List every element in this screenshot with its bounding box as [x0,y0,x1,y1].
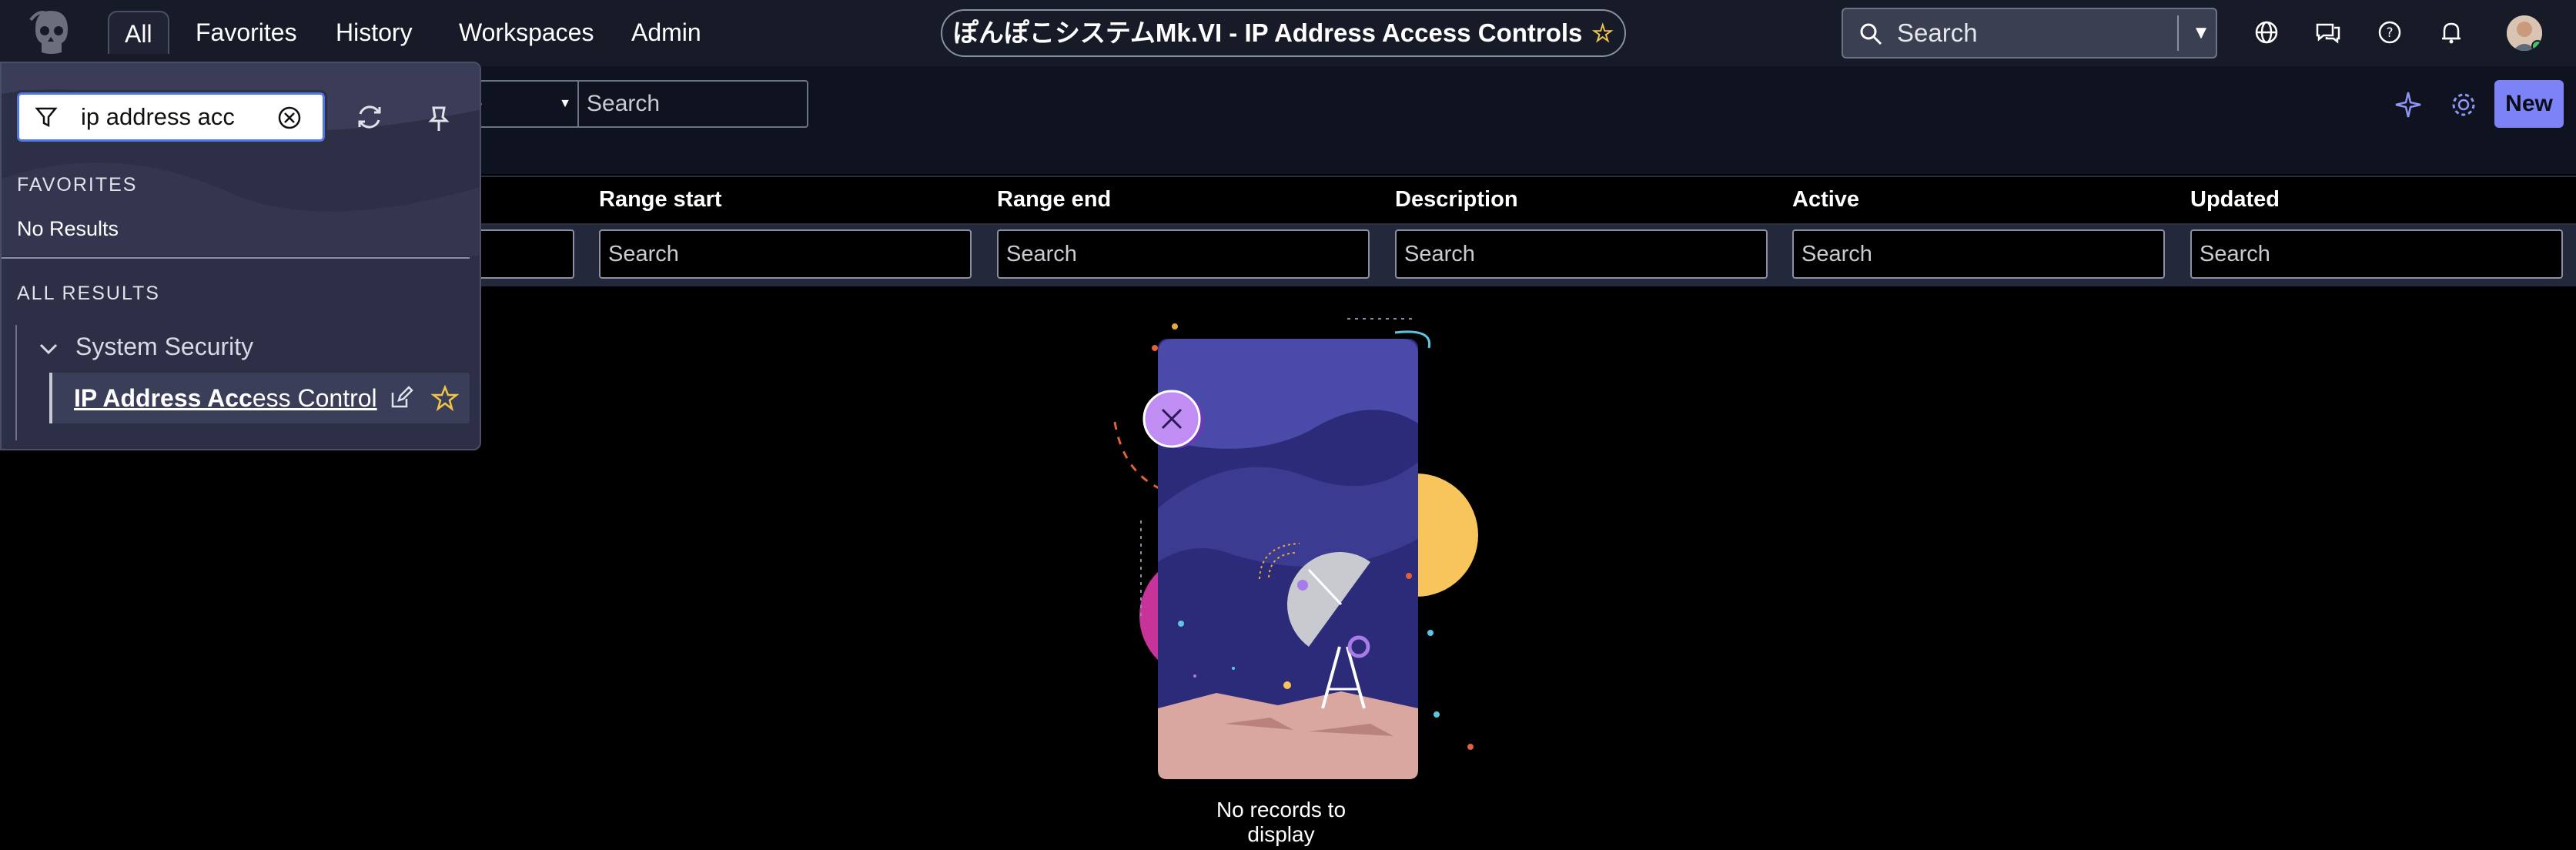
caret-down-icon: ▼ [559,97,571,110]
context-title[interactable]: ぽんぽこシステムMk.VI - IP Address Access Contro… [941,9,1626,57]
tree-indent-line [15,325,17,440]
all-results-heading: ALL RESULTS [17,283,160,304]
column-filter-range-start[interactable]: Search [599,229,972,279]
tab-favorites[interactable]: Favorites [180,11,313,54]
page-title: ぽんぽこシステムMk.VI - IP Address Access Contro… [952,18,1583,47]
help-icon[interactable]: ? [2376,18,2404,46]
navigator-filter-input[interactable]: ip address acc [15,90,327,144]
column-header-range-start[interactable]: Range start [599,176,722,223]
column-filter-active[interactable]: Search [1792,229,2165,279]
group-system-security[interactable]: System Security [75,333,253,361]
edit-icon[interactable] [388,385,414,411]
avatar[interactable] [2507,15,2542,51]
new-button[interactable]: New [2494,80,2564,128]
global-search[interactable]: Search ▼ [1842,8,2217,59]
favorites-heading: FAVORITES [17,174,138,196]
svg-text:?: ? [2386,25,2393,41]
sparkle-icon[interactable] [2393,89,2424,120]
search-icon [1860,23,1882,45]
result-label-rest: ess Control [252,384,377,412]
clear-icon[interactable] [276,105,303,131]
result-label[interactable]: IP Address Access Control [74,373,377,423]
global-search-input[interactable]: Search [1897,9,1978,57]
online-status-badge [2531,40,2542,51]
refresh-icon[interactable] [354,102,385,132]
all-menu-panel: ip address acc FAVORITES No Results ALL … [0,62,481,450]
skull-logo-icon [29,11,68,54]
column-header-updated[interactable]: Updated [2190,176,2280,223]
column-header-range-end[interactable]: Range end [997,176,1111,223]
selection-indicator [49,373,52,423]
column-filter-description[interactable]: Search [1395,229,1768,279]
tab-history[interactable]: History [320,11,428,54]
chat-icon[interactable] [2314,18,2342,46]
result-label-match: IP Address Acc [74,384,253,412]
list-search-input[interactable]: Search [577,80,808,128]
tab-workspaces[interactable]: Workspaces [443,11,609,54]
filter-value: ip address acc [81,103,235,130]
search-divider [2177,15,2179,51]
result-ip-address-access-control[interactable]: IP Address Access Control [49,373,470,423]
section-divider [2,257,470,259]
favorites-empty-text: No Results [17,217,119,240]
column-filter-range-end[interactable]: Search [997,229,1370,279]
favorite-star-icon[interactable]: ☆ [1591,19,1614,47]
globe-icon[interactable] [2253,18,2280,46]
column-header-active[interactable]: Active [1792,176,1859,223]
empty-state-message: No records to display [1216,798,1347,846]
favorite-star-icon[interactable] [431,384,459,412]
empty-state-illustration [1113,318,1478,779]
column-header-description[interactable]: Description [1395,176,1518,223]
chevron-down-icon[interactable]: ▼ [2186,9,2216,57]
chevron-down-icon[interactable] [37,337,60,360]
skull-logo[interactable] [28,6,74,60]
column-filter-updated[interactable]: Search [2190,229,2563,279]
tab-admin[interactable]: Admin [616,11,717,54]
gear-icon[interactable] [2448,89,2479,120]
tab-all[interactable]: All [108,11,169,54]
bell-icon[interactable] [2437,18,2465,46]
filter-icon [35,107,58,128]
pin-icon[interactable] [423,103,454,134]
